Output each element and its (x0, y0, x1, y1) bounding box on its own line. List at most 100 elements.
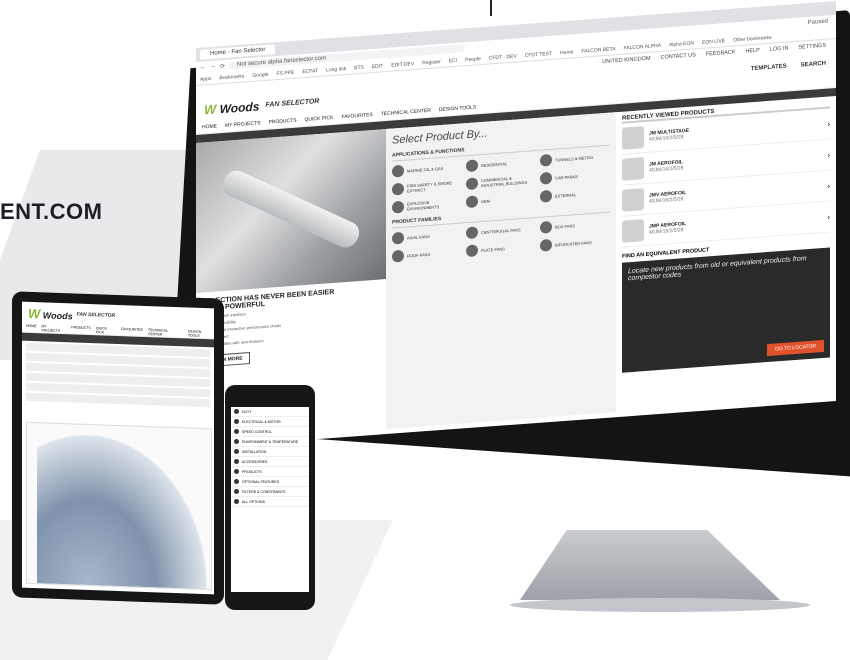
bookmark-link[interactable]: Bookmarks (219, 73, 244, 81)
recently-viewed-list: JM MULTISTAGE 40JM/16/2/5/28 › JM AEROFOIL 4… (622, 108, 830, 248)
car-park-image (196, 129, 386, 293)
templates-button[interactable]: TEMPLATES (751, 64, 787, 73)
monitor-stand (520, 530, 780, 600)
utility-link[interactable]: FEEDBACK (706, 49, 736, 57)
bookmark-link[interactable]: Google (252, 71, 268, 78)
phone-section-row[interactable]: FILTERS & CONSTRAINTS (231, 487, 309, 497)
phone-section-row[interactable]: ALL OPTIONS (231, 497, 309, 507)
woods-logo[interactable]: W Woods (204, 98, 259, 117)
reload-icon[interactable]: ⟳ (220, 62, 225, 69)
tablet-screen: W Woods FAN SELECTOR HOME MY PROJECTS PROD… (22, 301, 214, 595)
utility-link[interactable]: HELP (745, 48, 759, 55)
phone-section-row[interactable]: ELECTRICAL & MOTOR (231, 417, 309, 427)
tablet-logo: W Woods (28, 305, 73, 321)
bookmark-link[interactable]: BTS (354, 64, 364, 71)
section-icon (234, 489, 239, 494)
nav-item[interactable]: HOME (202, 123, 217, 130)
monitor-screen: Home - Fan Selector ← → ⟳ Not secure alp… (196, 1, 836, 448)
category-item[interactable]: OEM (466, 191, 536, 209)
forward-icon[interactable]: → (210, 64, 216, 70)
category-icon (540, 171, 552, 185)
category-item[interactable]: BOX FANS (540, 217, 610, 234)
utility-link[interactable]: UNITED KINGDOM (602, 56, 650, 66)
utility-link[interactable]: CONTACT US (661, 52, 696, 61)
tablet-performance-chart (26, 421, 212, 591)
product-thumbnail (622, 157, 644, 181)
bookmark-link[interactable]: ECI (449, 57, 457, 64)
nav-item[interactable]: MY PROJECTS (225, 120, 260, 129)
section-label: FILTERS & CONSTRAINTS (242, 489, 286, 494)
nav-item[interactable]: PRODUCTS (268, 118, 296, 126)
tablet-nav-item[interactable]: PRODUCTS (71, 325, 91, 334)
tablet-nav-item[interactable]: MY PROJECTS (42, 324, 67, 333)
category-item[interactable]: AXIAL FANS (392, 227, 462, 245)
category-item[interactable]: EXPLOSIVE ENVIRONMENTS (392, 196, 462, 214)
bookmark-link[interactable]: Alpha EON (669, 40, 694, 48)
phone-section-row[interactable]: PRODUCTS (231, 467, 309, 477)
section-label: OPTIONAL FEATURES (242, 479, 279, 484)
category-item[interactable]: FIRE SAFETY & SMOKE EXTRACT (392, 178, 462, 196)
phone-section-row[interactable]: OPTIONAL FEATURES (231, 477, 309, 487)
bookmark-link[interactable]: Long link (326, 65, 346, 72)
section-label: INSTALLATION (242, 449, 267, 454)
phone-section-row[interactable]: INSTALLATION (231, 447, 309, 457)
phone-section-row[interactable]: ENVIRONMENT & TEMPERATURE (231, 437, 309, 447)
nav-item[interactable]: QUICK PICK (305, 115, 334, 123)
category-label: CAR PARKS (555, 173, 578, 181)
category-item[interactable]: TUNNELS & METRO (540, 150, 610, 167)
bookmark-link[interactable]: FS PPE (277, 69, 295, 76)
utility-link[interactable]: LOG IN (770, 45, 789, 52)
section-icon (234, 429, 239, 434)
category-label: MARINE OIL & GAS (407, 165, 444, 174)
utility-link[interactable]: SETTINGS (798, 43, 826, 51)
phone-section-row[interactable]: SPEED CONTROL (231, 427, 309, 437)
tablet-nav-item[interactable]: FAVOURITES (121, 327, 143, 336)
nav-item[interactable]: TECHNICAL CENTER (381, 108, 431, 118)
phone-section-row[interactable]: ACCESSORIES (231, 457, 309, 467)
bookmark-link[interactable]: Register (422, 59, 441, 66)
category-icon (466, 195, 478, 209)
bookmark-link[interactable]: ECFAT (302, 68, 318, 75)
bookmark-link[interactable]: Other bookmarks (733, 34, 771, 43)
tablet-nav-item[interactable]: QUICK PICK (96, 326, 116, 335)
bookmark-link[interactable]: CFDT - DEV (489, 53, 517, 61)
bookmark-link[interactable]: Home (560, 49, 573, 56)
tablet-nav-item[interactable]: DESIGN TOOLS (188, 329, 214, 338)
fan-selector-label: FAN SELECTOR (265, 97, 320, 109)
tablet-nav-item[interactable]: TECHNICAL CENTER (148, 328, 183, 337)
search-button[interactable]: SEARCH (801, 61, 826, 69)
category-item[interactable]: CENTRIFUGAL FANS (466, 222, 536, 240)
tablet-nav-item[interactable]: HOME (26, 324, 37, 332)
category-item[interactable]: ROOF FANS (392, 245, 462, 263)
category-label: TUNNELS & METRO (555, 154, 594, 163)
chevron-right-icon: › (827, 211, 830, 222)
category-item[interactable]: PLATE FANS (466, 240, 536, 258)
back-icon[interactable]: ← (200, 64, 206, 70)
category-item[interactable]: COMMERCIAL & INDUSTRIAL BUILDINGS (466, 173, 536, 191)
chevron-right-icon: › (827, 180, 830, 191)
category-item[interactable]: CAR PARKS (540, 168, 610, 185)
product-thumbnail (622, 219, 644, 243)
bookmark-link[interactable]: People (465, 56, 481, 63)
bookmark-link[interactable]: Apps (200, 75, 211, 82)
category-item[interactable]: RESIDENTIAL (466, 155, 536, 173)
bookmark-link[interactable]: FALCON ALPHA (623, 42, 661, 51)
section-label: ELECTRICAL & MOTOR (242, 419, 281, 424)
go-to-locator-button[interactable]: GO TO LOCATOR (766, 339, 824, 357)
bookmark-link[interactable]: EDIT DEV (391, 60, 414, 68)
profile-button[interactable]: Paused (808, 18, 836, 26)
bookmark-link[interactable]: CFDT TEST (525, 50, 552, 58)
section-icon (234, 469, 239, 474)
category-label: AXIAL FANS (407, 233, 430, 241)
bookmark-link[interactable]: EDIT (372, 63, 383, 70)
bookmark-link[interactable]: FALCON BETA (581, 46, 615, 55)
bookmark-link[interactable]: EON LIVE (702, 38, 725, 46)
product-code: 40JM/16/2/5/28 (649, 196, 684, 205)
category-item[interactable]: EXTERNAL (540, 186, 610, 203)
equivalent-text: Locate new products from old or equivale… (628, 255, 807, 283)
nav-item[interactable]: DESIGN TOOLS (439, 104, 476, 113)
category-item[interactable]: MARINE OIL & GAS (392, 160, 462, 178)
phone-section-row[interactable]: DUTY (231, 407, 309, 417)
nav-item[interactable]: FAVOURITES (341, 112, 372, 120)
category-item[interactable]: BIFURCATED FANS (540, 235, 610, 252)
